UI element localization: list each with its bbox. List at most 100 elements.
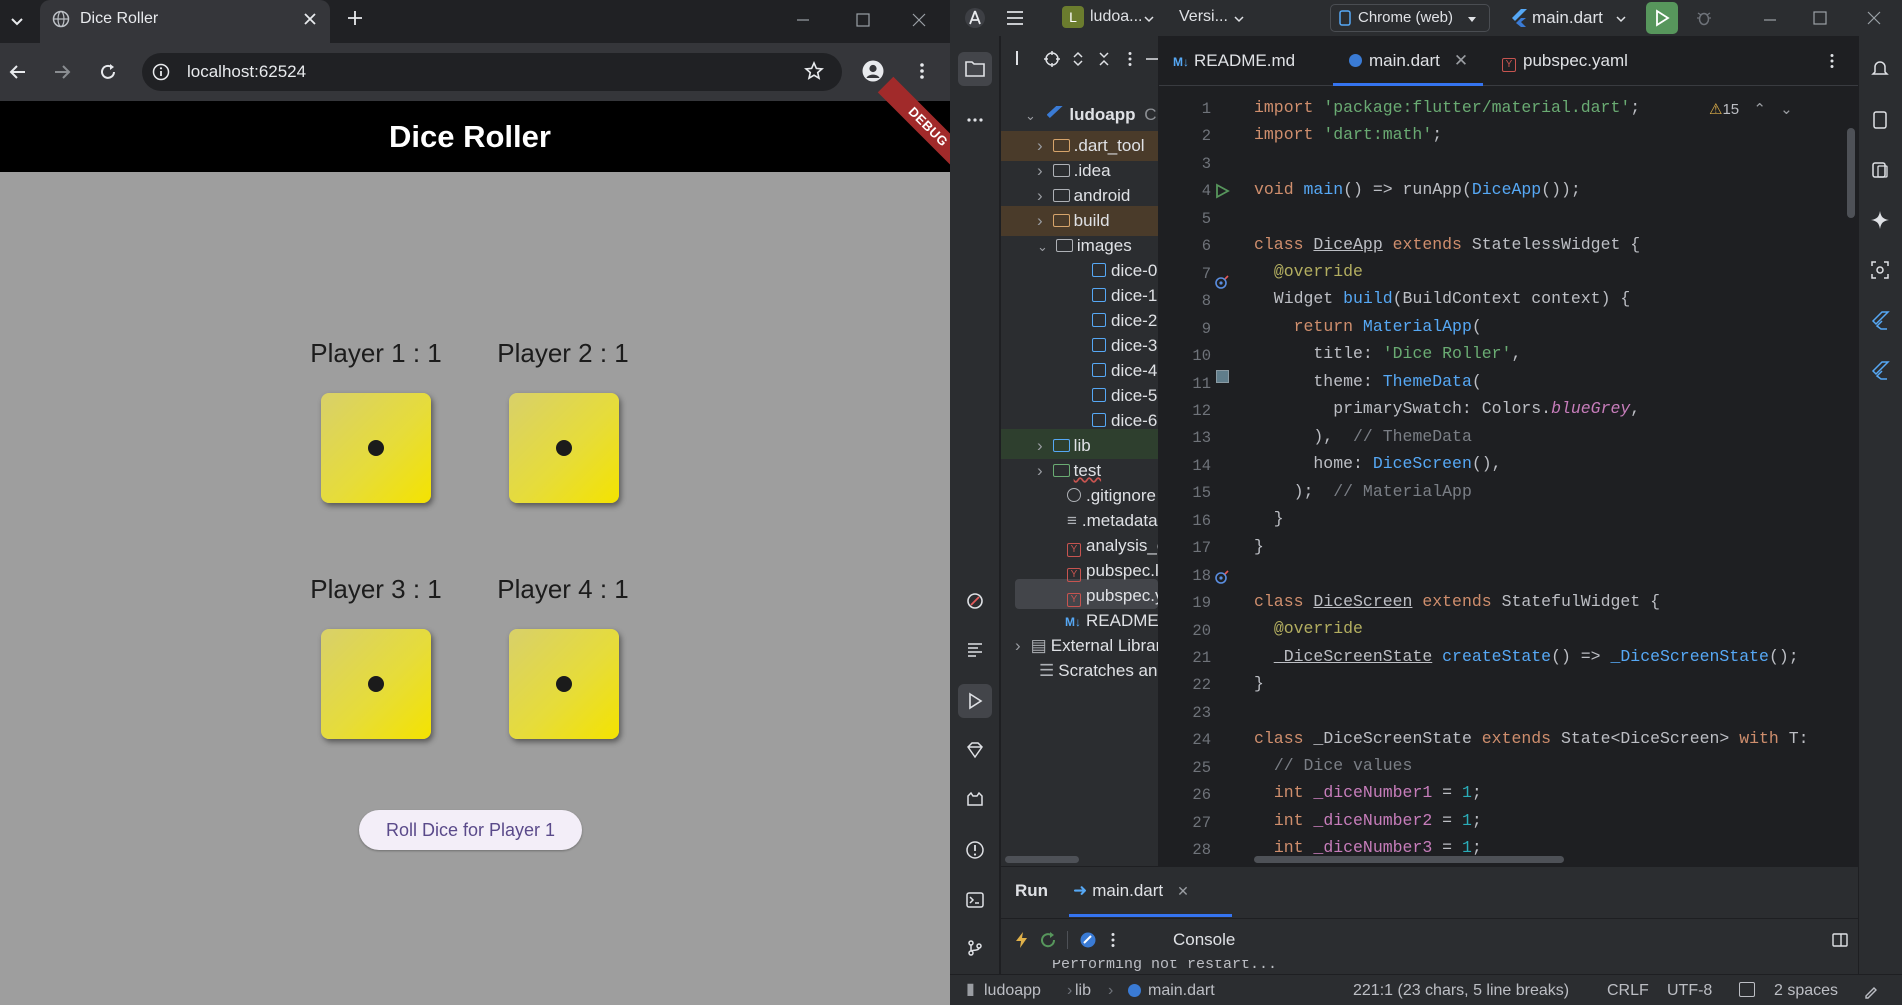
die-pip bbox=[556, 440, 572, 456]
line-number: 13 bbox=[1192, 429, 1211, 448]
breadcrumb-project[interactable]: ludoapp bbox=[984, 975, 1041, 1005]
locate-file-icon[interactable] bbox=[1043, 50, 1061, 68]
running-devices-icon[interactable] bbox=[1870, 160, 1890, 180]
vcs-selector[interactable]: Versi... bbox=[1179, 8, 1228, 26]
image-file-icon bbox=[1092, 263, 1106, 277]
breadcrumb-file[interactable]: main.dart bbox=[1148, 975, 1215, 1005]
tree-item-scratches[interactable]: ☰Scratches and Co bbox=[1039, 656, 1158, 686]
tab-main-dart[interactable]: main.dart ✕ bbox=[1349, 36, 1468, 86]
breadcrumb-chevron-icon: ▮ bbox=[966, 981, 975, 998]
indent-setting[interactable]: 2 spaces bbox=[1774, 975, 1838, 1005]
folder-icon bbox=[1052, 139, 1070, 152]
close-window-icon[interactable] bbox=[911, 12, 927, 28]
close-tab-icon[interactable]: ✕ bbox=[1454, 51, 1468, 70]
die-pip bbox=[368, 676, 384, 692]
hide-panel-icon[interactable] bbox=[1145, 50, 1158, 68]
address-url[interactable]: localhost:62524 bbox=[187, 62, 306, 82]
run-config-selector[interactable]: main.dart bbox=[1532, 8, 1603, 28]
more-actions-icon[interactable] bbox=[1106, 931, 1120, 949]
tab-readme[interactable]: M↓ README.md bbox=[1173, 36, 1295, 86]
browser-menu-icon[interactable] bbox=[912, 61, 932, 81]
chevron-right-icon: › bbox=[1015, 636, 1021, 655]
minimize-icon[interactable] bbox=[795, 12, 811, 28]
terminal-icon[interactable] bbox=[965, 890, 985, 910]
player-3-label: Player 3 : 1 bbox=[310, 574, 442, 604]
close-tab-icon[interactable]: ✕ bbox=[1177, 883, 1189, 899]
profile-avatar-icon[interactable] bbox=[862, 60, 884, 82]
run-panel: Run ➜ main.dart ✕ Console Performing hot r… bbox=[1001, 866, 1858, 974]
forward-icon[interactable] bbox=[52, 62, 72, 82]
tab-search-icon[interactable] bbox=[8, 12, 26, 30]
chevron-down-icon: ⌄ bbox=[1037, 239, 1048, 254]
warning-icon: ⚠ bbox=[1709, 101, 1723, 118]
bookmark-star-icon[interactable] bbox=[804, 61, 824, 81]
options-icon[interactable] bbox=[1121, 50, 1139, 68]
hot-restart-icon[interactable] bbox=[1039, 931, 1059, 949]
flutter-performance-icon[interactable] bbox=[1870, 360, 1890, 380]
close-tab-icon[interactable] bbox=[302, 11, 318, 27]
chevron-right-icon: › bbox=[1037, 161, 1043, 180]
reload-icon[interactable] bbox=[98, 62, 118, 82]
gem-icon[interactable] bbox=[965, 740, 985, 760]
site-info-icon[interactable] bbox=[152, 63, 170, 81]
gemini-icon[interactable] bbox=[1870, 210, 1890, 230]
run-config-tab[interactable]: ➜ main.dart ✕ bbox=[1073, 881, 1189, 901]
roll-dice-button[interactable]: Roll Dice for Player 1 bbox=[359, 810, 582, 850]
code-editor[interactable]: M↓ README.md main.dart ✕ Ypubspec.yaml ⚠15… bbox=[1159, 36, 1858, 866]
app-inspection-icon[interactable] bbox=[1870, 260, 1890, 280]
chevron-down-icon bbox=[1234, 16, 1244, 23]
flutter-inspector-icon[interactable] bbox=[965, 591, 985, 611]
debug-icon[interactable] bbox=[1695, 9, 1713, 27]
notifications-icon[interactable] bbox=[1870, 58, 1890, 78]
android-studio-logo-icon bbox=[965, 8, 985, 28]
readonly-toggle-icon[interactable] bbox=[1739, 982, 1755, 997]
collapse-all-icon[interactable] bbox=[1095, 50, 1113, 68]
tab-pubspec[interactable]: Ypubspec.yaml bbox=[1502, 36, 1628, 86]
line-separator[interactable]: CRLF bbox=[1607, 975, 1649, 1005]
ide-maximize-icon[interactable] bbox=[1812, 10, 1828, 26]
ide-minimize-icon[interactable] bbox=[1762, 12, 1778, 28]
chevron-right-icon: › bbox=[1037, 461, 1043, 480]
text-file-icon: ≡ bbox=[1067, 511, 1077, 530]
folder-icon bbox=[1052, 439, 1070, 452]
run-gutter-icon[interactable] bbox=[1214, 183, 1230, 199]
chevron-down-icon[interactable]: ⌄ bbox=[1780, 101, 1793, 118]
new-tab-icon[interactable] bbox=[346, 9, 364, 27]
tab-options-icon[interactable] bbox=[1823, 52, 1841, 70]
browser-window: Dice Roller localhost:62524 Dice Roller … bbox=[0, 0, 950, 1005]
lock-icon[interactable] bbox=[1862, 982, 1880, 1000]
code-line-14: home: DiceScreen(), bbox=[1254, 454, 1502, 473]
file-encoding[interactable]: UTF-8 bbox=[1667, 975, 1712, 1005]
code-line-11: theme: ThemeData( bbox=[1254, 372, 1482, 391]
layout-toggle-icon[interactable] bbox=[1831, 931, 1849, 949]
problems-icon[interactable] bbox=[965, 840, 985, 860]
override-gutter-icon bbox=[1215, 570, 1229, 584]
devtools-icon[interactable] bbox=[1079, 931, 1097, 949]
logcat-icon[interactable] bbox=[965, 790, 985, 810]
line-number: 3 bbox=[1201, 154, 1211, 173]
vertical-scrollbar[interactable] bbox=[1847, 128, 1855, 218]
expand-all-icon[interactable] bbox=[1069, 50, 1087, 68]
maximize-icon[interactable] bbox=[855, 12, 871, 28]
console-tab[interactable]: Console bbox=[1173, 930, 1235, 950]
warnings-indicator[interactable]: ⚠15 ⌃ ⌄ bbox=[1709, 100, 1793, 118]
hot-reload-icon[interactable] bbox=[1013, 931, 1031, 949]
horizontal-scrollbar[interactable] bbox=[1005, 856, 1079, 863]
back-icon[interactable] bbox=[8, 62, 28, 82]
more-tools-icon[interactable] bbox=[965, 110, 985, 130]
horizontal-scrollbar[interactable] bbox=[1254, 856, 1564, 863]
caret-position[interactable]: 221:1 (23 chars, 5 line breaks) bbox=[1353, 975, 1569, 1005]
run-panel-divider bbox=[1001, 918, 1858, 919]
flutter-outline-icon[interactable] bbox=[1870, 310, 1890, 330]
tree-item-root[interactable]: ⌄ ludoapp C:\Users bbox=[1025, 100, 1158, 130]
structure-icon[interactable] bbox=[965, 640, 985, 660]
device-manager-icon[interactable] bbox=[1870, 110, 1890, 130]
line-number: 28 bbox=[1192, 841, 1211, 860]
chevron-up-icon[interactable]: ⌃ bbox=[1753, 101, 1766, 118]
tree-item-dice-6[interactable]: dice-6.png bbox=[1092, 406, 1158, 436]
project-selector[interactable]: ludoa... bbox=[1090, 8, 1142, 26]
breadcrumb-lib[interactable]: lib bbox=[1075, 975, 1091, 1005]
main-menu-icon[interactable] bbox=[1005, 8, 1025, 28]
git-icon[interactable] bbox=[965, 938, 985, 958]
ide-close-icon[interactable] bbox=[1866, 10, 1882, 26]
